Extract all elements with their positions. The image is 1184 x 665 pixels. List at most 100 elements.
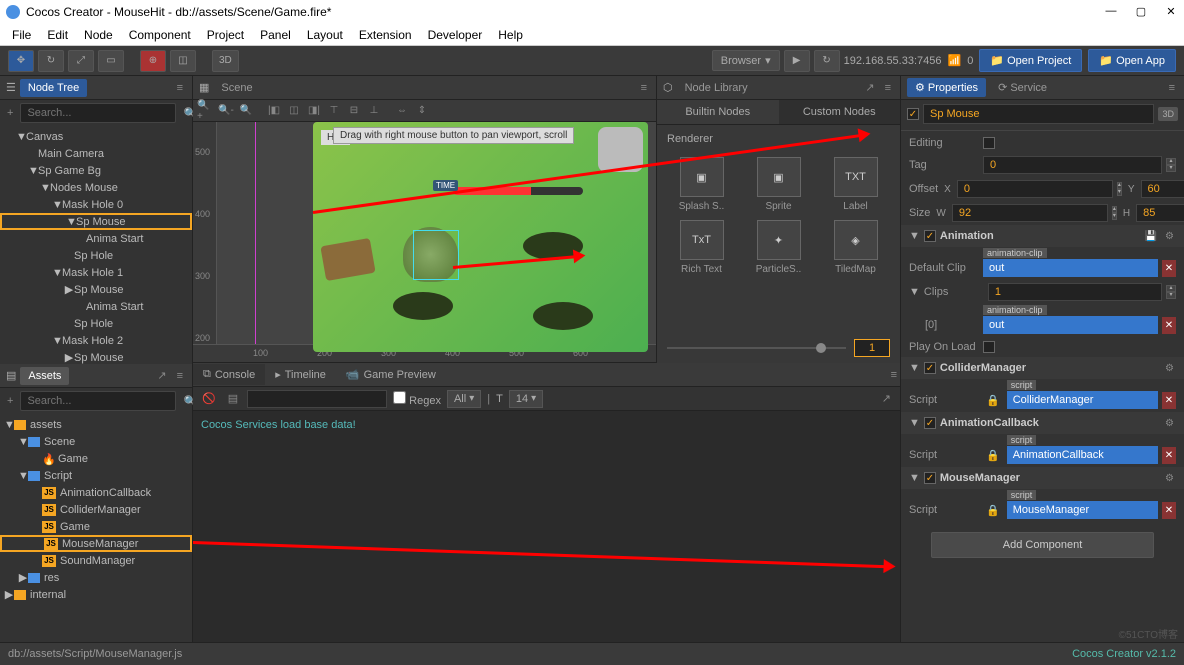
nodelib-item[interactable]: TXTLabel (821, 157, 890, 212)
asset-item[interactable]: ▶internal (0, 586, 192, 603)
align-r-icon[interactable]: ◨| (305, 102, 323, 120)
preview-tab[interactable]: 📹Game Preview (336, 364, 446, 385)
clip-delete-button[interactable]: ✕ (1162, 260, 1176, 277)
tree-item[interactable]: ▼Nodes Mouse (0, 179, 192, 196)
tree-item[interactable]: ▼Mask Hole 0 (0, 196, 192, 213)
nodelib-menu-icon[interactable]: ≡ (882, 82, 894, 94)
assets-expand-icon[interactable]: ↗ (154, 369, 169, 382)
align-b-icon[interactable]: ⊥ (365, 102, 383, 120)
menu-node[interactable]: Node (76, 28, 121, 42)
component-enable-checkbox[interactable] (924, 417, 936, 429)
component-enable-checkbox[interactable] (924, 362, 936, 374)
tree-item[interactable]: ▶Sp Mouse (0, 281, 192, 298)
component-header[interactable]: ▼AnimationCallback⚙ (901, 412, 1184, 434)
size-w-input[interactable] (952, 204, 1108, 222)
component-header[interactable]: ▼ColliderManager⚙ (901, 357, 1184, 379)
menu-file[interactable]: File (4, 28, 39, 42)
offset-x-input[interactable] (957, 180, 1113, 198)
custom-nodes-tab[interactable]: Custom Nodes (779, 100, 901, 124)
gear-icon[interactable]: ⚙ (1163, 231, 1176, 242)
add-component-button[interactable]: Add Component (931, 532, 1154, 558)
clips-count-input[interactable] (988, 283, 1162, 301)
console-body[interactable]: Cocos Services load base data! (193, 411, 900, 642)
add-asset-button[interactable]: + (4, 395, 16, 407)
save-icon[interactable]: 💾 (1143, 231, 1159, 242)
script-delete-button[interactable]: ✕ (1162, 392, 1176, 409)
asset-item[interactable]: JSSoundManager (0, 552, 192, 569)
console-expand-icon[interactable]: ↗ (879, 392, 894, 405)
asset-item[interactable]: JSGame (0, 518, 192, 535)
props-menu-icon[interactable]: ≡ (1166, 82, 1178, 94)
asset-item[interactable]: ▼Script (0, 467, 192, 484)
tree-item[interactable]: ▼Canvas (0, 128, 192, 145)
tree-item[interactable]: Anima Start (0, 298, 192, 315)
component-header[interactable]: ▼MouseManager⚙ (901, 467, 1184, 489)
tree-item[interactable]: ▼Mask Hole 1 (0, 264, 192, 281)
script-delete-button[interactable]: ✕ (1162, 447, 1176, 464)
menu-developer[interactable]: Developer (420, 28, 491, 42)
tree-item[interactable]: Main Camera (0, 145, 192, 162)
menu-extension[interactable]: Extension (351, 28, 420, 42)
asset-item[interactable]: 🔥Game (0, 450, 192, 467)
menu-panel[interactable]: Panel (252, 28, 299, 42)
editing-checkbox[interactable] (983, 137, 995, 149)
gear-icon[interactable]: ⚙ (1163, 363, 1176, 374)
default-clip-field[interactable]: animation-clipout (983, 259, 1158, 277)
timeline-tab[interactable]: ▸Timeline (265, 364, 336, 385)
menu-layout[interactable]: Layout (299, 28, 351, 42)
console-menu-icon[interactable]: ≡ (888, 369, 900, 381)
mode-3d-button[interactable]: 3D (212, 50, 239, 72)
tree-item[interactable]: Sp Hole (0, 247, 192, 264)
offset-y-input[interactable] (1141, 180, 1184, 198)
rotate-tool[interactable]: ↻ (38, 50, 64, 72)
nodelib-zoom-slider[interactable]: 1 (657, 333, 900, 363)
service-tab[interactable]: ⟳ Service (990, 78, 1055, 97)
dist-icon[interactable]: ⇔ (393, 102, 411, 120)
playonload-checkbox[interactable] (983, 341, 995, 353)
spinner[interactable]: ▴▾ (1166, 158, 1176, 172)
node-tree[interactable]: ▼CanvasMain Camera▼Sp Game Bg▼Nodes Mous… (0, 126, 192, 364)
menu-edit[interactable]: Edit (39, 28, 76, 42)
refresh-button[interactable]: ↻ (814, 50, 840, 72)
nodelib-item[interactable]: ◈TiledMap (821, 220, 890, 275)
properties-tab[interactable]: ⚙ Properties (907, 78, 986, 97)
asset-item[interactable]: ▼Scene (0, 433, 192, 450)
badge-3d[interactable]: 3D (1158, 107, 1178, 121)
clip-item-delete-button[interactable]: ✕ (1162, 317, 1176, 334)
nodelib-expand-icon[interactable]: ↗ (862, 81, 877, 94)
tree-item[interactable]: ▶Sp Mouse (0, 349, 192, 364)
open-project-button[interactable]: 📁 Open Project (979, 49, 1082, 72)
menu-help[interactable]: Help (490, 28, 531, 42)
script-delete-button[interactable]: ✕ (1162, 502, 1176, 519)
menu-project[interactable]: Project (199, 28, 252, 42)
assets-tree[interactable]: ▼assets▼Scene🔥Game▼ScriptJSAnimationCall… (0, 414, 192, 642)
assets-tab[interactable]: Assets (20, 367, 69, 385)
rect-tool[interactable]: ▭ (98, 50, 124, 72)
tree-item[interactable]: ▼Sp Mouse (0, 213, 192, 230)
node-name-input[interactable] (923, 104, 1154, 124)
gear-icon[interactable]: ⚙ (1163, 473, 1176, 484)
script-field[interactable]: scriptMouseManager (1007, 501, 1158, 519)
zoom-fit-icon[interactable]: 🔍 (237, 102, 255, 120)
close-button[interactable]: ✕ (1164, 5, 1178, 19)
script-field[interactable]: scriptColliderManager (1007, 391, 1158, 409)
tree-item[interactable]: Sp Hole (0, 315, 192, 332)
scene-menu-icon[interactable]: ≡ (638, 82, 650, 94)
console-tab[interactable]: ⧉Console (193, 364, 265, 385)
nodelib-item[interactable]: ▣Sprite (744, 157, 813, 212)
animation-enable-checkbox[interactable] (924, 230, 936, 242)
scene-viewport[interactable]: 500400300200 100200300400500600 Hall TIM… (193, 122, 656, 362)
filter-combo[interactable]: All ▾ (447, 390, 481, 408)
clear-console-icon[interactable]: 🚫 (199, 392, 219, 405)
anchor-tool[interactable]: ⊕ (140, 50, 166, 72)
play-button[interactable]: ▶ (784, 50, 810, 72)
scale-tool[interactable]: ⤢ (68, 50, 94, 72)
component-enable-checkbox[interactable] (924, 472, 936, 484)
node-tree-search-input[interactable] (20, 103, 176, 123)
assets-search-input[interactable] (20, 391, 176, 411)
panel-menu-icon[interactable]: ≡ (174, 82, 186, 94)
fontsize-combo[interactable]: 14 ▾ (509, 390, 543, 408)
builtin-nodes-tab[interactable]: Builtin Nodes (657, 100, 779, 124)
asset-item[interactable]: JSColliderManager (0, 501, 192, 518)
zoom-in-icon[interactable]: 🔍+ (197, 102, 215, 120)
